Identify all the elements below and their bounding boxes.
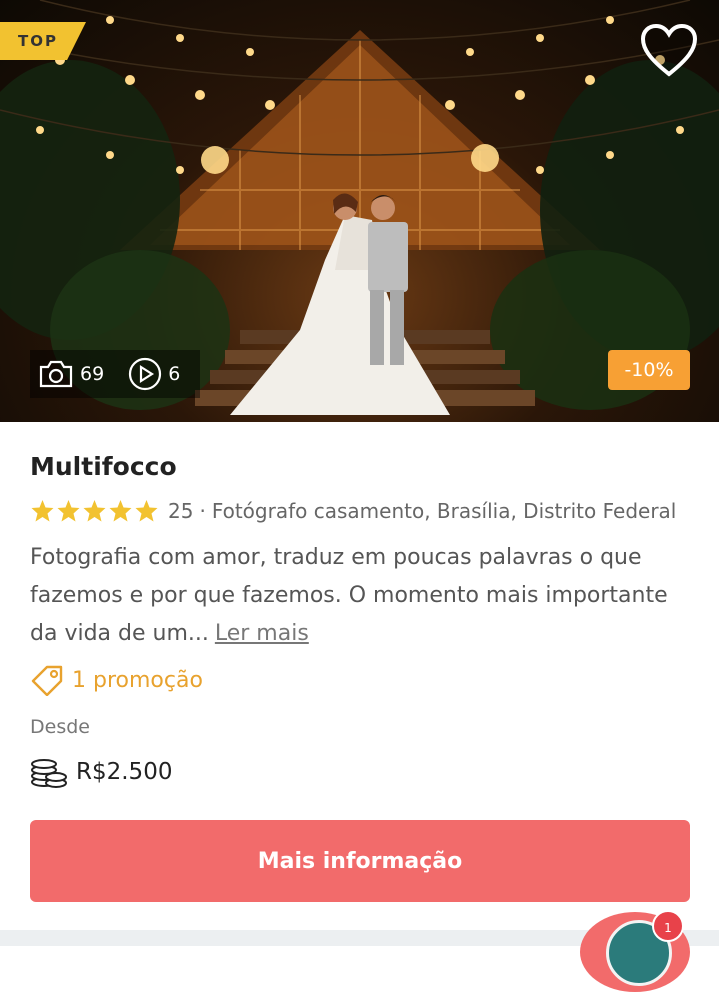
photo-count-value: 69 (80, 363, 105, 385)
category-location: Fotógrafo casamento, Brasília, Distrito … (211, 499, 677, 523)
discount-badge: -10% (608, 350, 690, 390)
star-icon (57, 500, 80, 522)
read-more-link[interactable]: Ler mais (215, 621, 309, 646)
chat-notification-badge: 1 (652, 910, 684, 942)
star-icon (83, 500, 106, 522)
coins-icon (31, 759, 67, 788)
play-icon (129, 357, 162, 391)
favorite-button[interactable] (640, 23, 698, 78)
photo-count[interactable]: 69 (38, 360, 104, 388)
review-count: 25 (168, 499, 194, 523)
description-text: Fotografia com amor, traduz em poucas pa… (30, 545, 668, 646)
price-row: R$2.500 (30, 755, 172, 789)
promotion-link[interactable]: 1 promoção (30, 664, 203, 696)
description: Fotografia com amor, traduz em poucas pa… (30, 539, 690, 653)
media-counts: 69 6 (30, 350, 200, 398)
rating-row: 25 · Fotógrafo casamento, Brasília, Dist… (30, 499, 676, 523)
star-icon (135, 500, 158, 522)
more-info-button[interactable]: Mais informação (30, 820, 690, 902)
promotion-label: 1 promoção (72, 667, 203, 693)
star-icon (31, 500, 54, 522)
listing-photo[interactable]: TOP 69 6 -10% (0, 0, 719, 422)
vendor-name[interactable]: Multifocco (30, 452, 177, 481)
tag-icon (31, 665, 63, 696)
star-icon (109, 500, 132, 522)
camera-icon (39, 360, 73, 388)
video-count-value: 6 (168, 363, 181, 385)
price-from-label: Desde (30, 716, 90, 738)
video-count[interactable]: 6 (128, 357, 180, 391)
rating-stars (30, 499, 160, 523)
price-value: R$2.500 (76, 759, 173, 785)
heart-icon (640, 23, 698, 77)
separator: · (199, 499, 206, 523)
